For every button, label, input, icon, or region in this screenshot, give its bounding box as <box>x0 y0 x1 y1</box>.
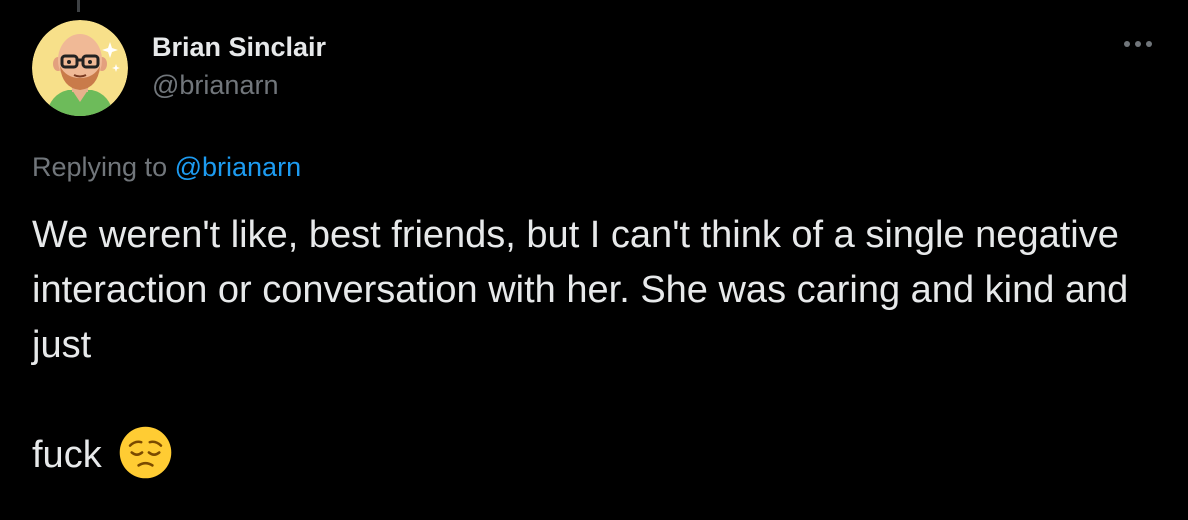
tweet-text: We weren't like, best friends, but I can… <box>32 208 1156 484</box>
replying-to-mention[interactable]: @brianarn <box>175 152 301 182</box>
more-options-button[interactable] <box>1120 32 1156 56</box>
pensive-face-emoji <box>119 427 172 479</box>
author-handle[interactable]: @brianarn <box>152 68 326 102</box>
replying-to-line: Replying to @brianarn <box>32 150 1156 184</box>
tweet-text-paragraph: We weren't like, best friends, but I can… <box>32 214 1129 366</box>
tweet-text-final-line: fuck <box>32 427 1156 484</box>
thread-connector-line <box>77 0 80 12</box>
tweet-header: Brian Sinclair @brianarn <box>32 20 1156 116</box>
replying-prefix: Replying to <box>32 152 168 182</box>
cartoon-bald-man-avatar-icon <box>32 20 128 116</box>
tweet: Brian Sinclair @brianarn Replying to @br… <box>32 20 1156 484</box>
author-display-name[interactable]: Brian Sinclair <box>152 30 326 64</box>
author-info: Brian Sinclair @brianarn <box>152 30 326 102</box>
avatar[interactable] <box>32 20 128 116</box>
more-dots-icon <box>1124 41 1152 47</box>
tweet-final-word: fuck <box>32 434 102 476</box>
